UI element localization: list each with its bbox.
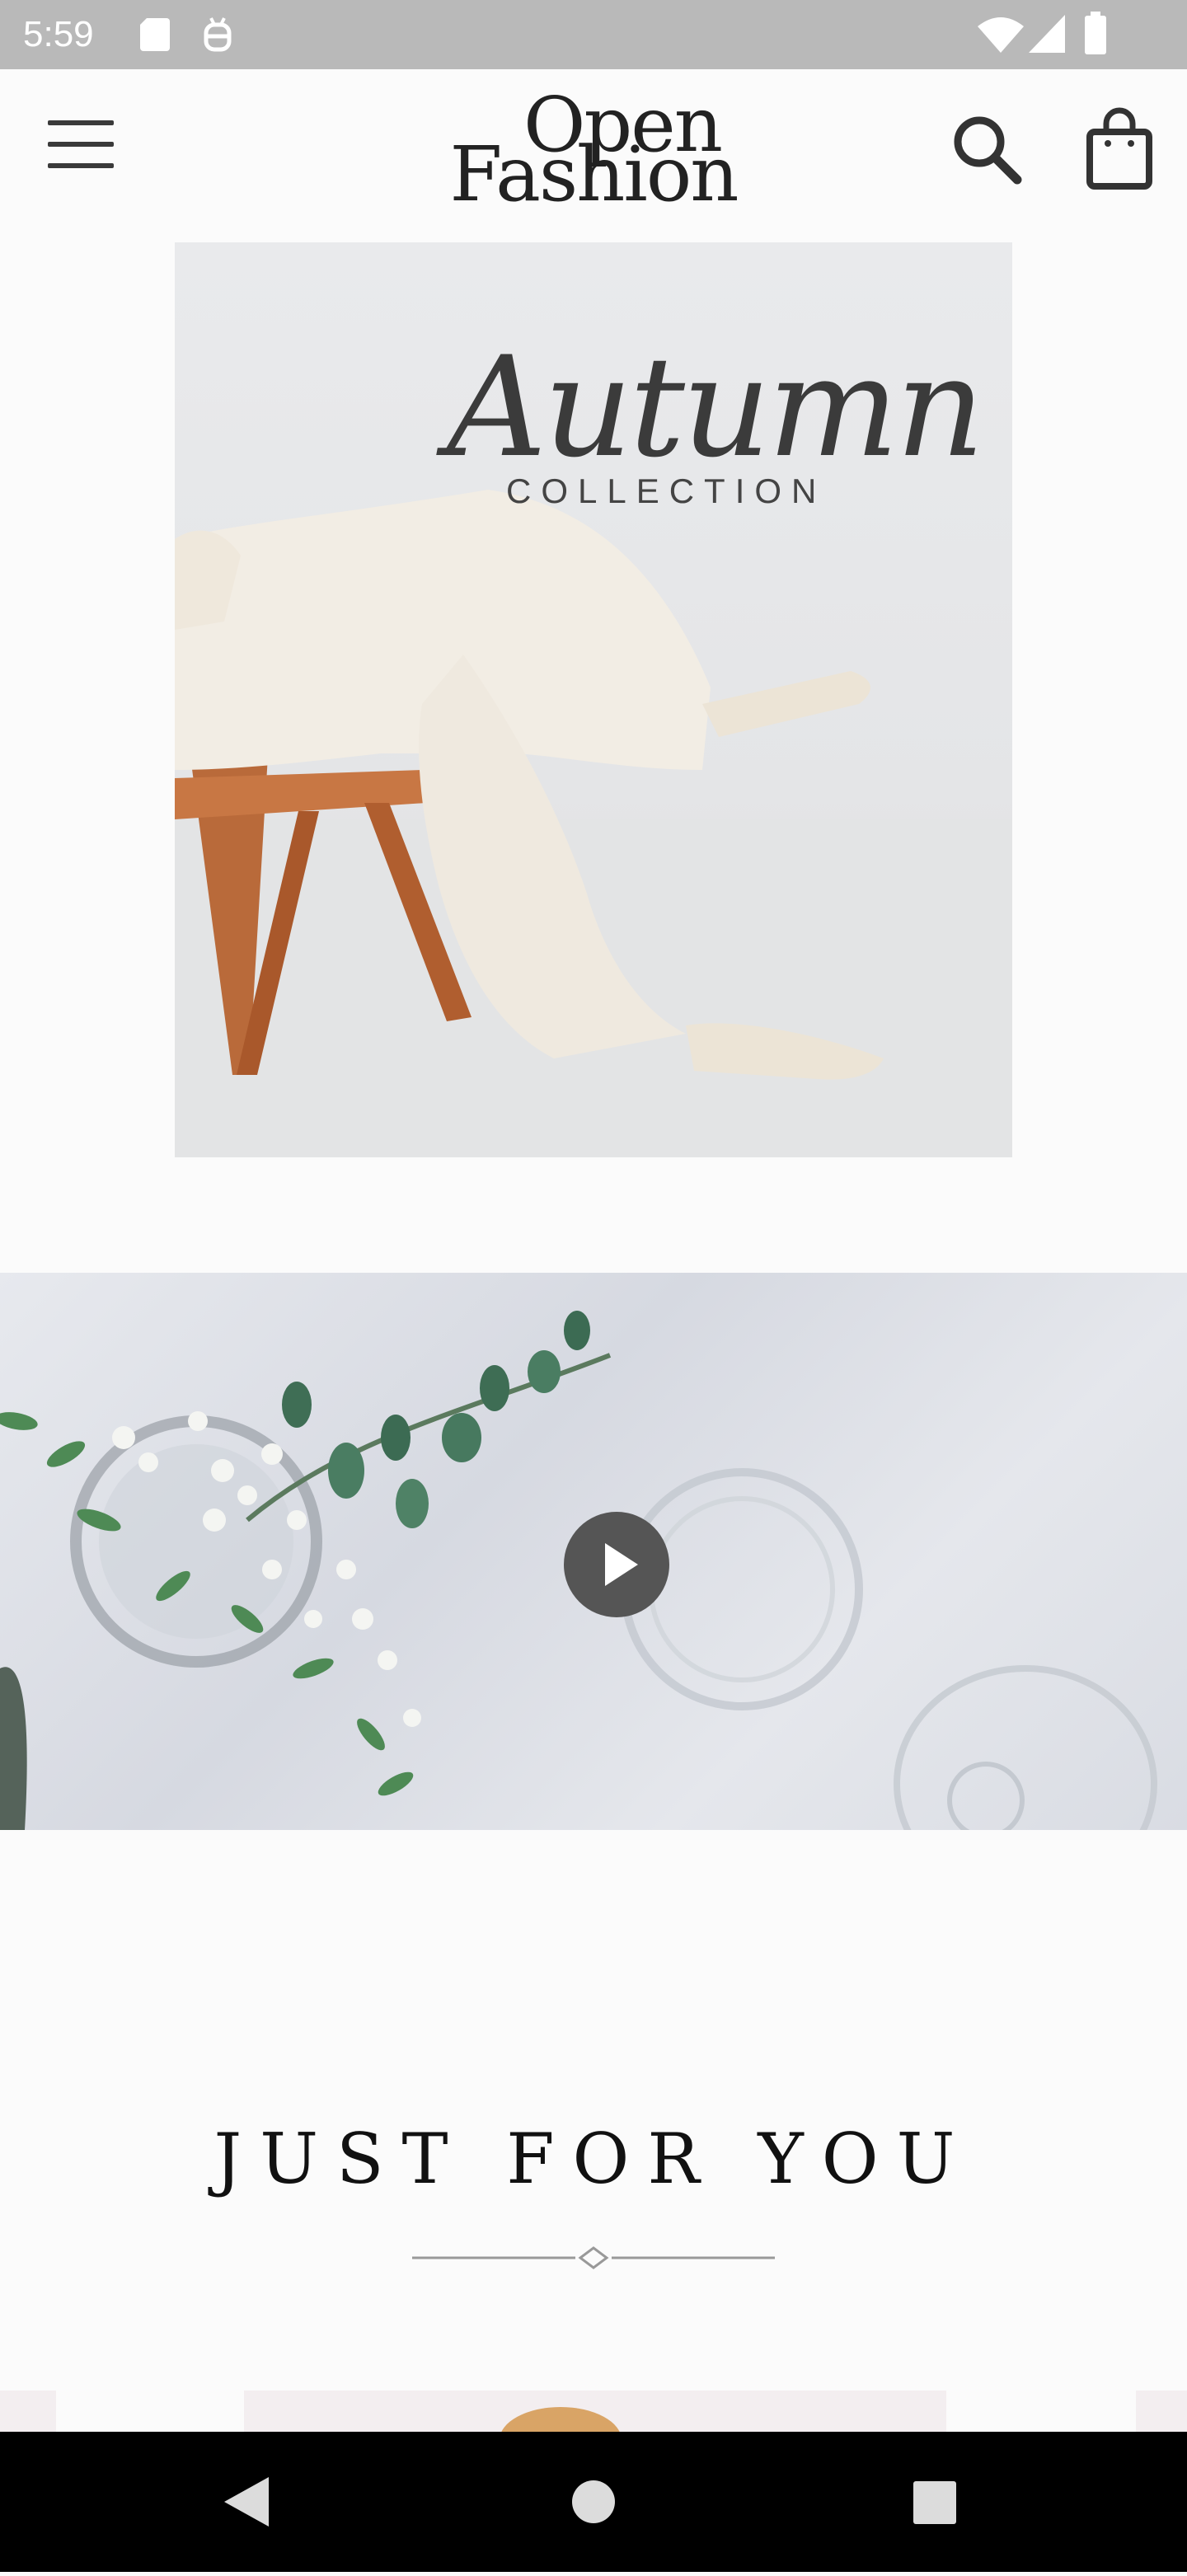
signal-icon — [1029, 15, 1065, 53]
play-button[interactable] — [564, 1512, 669, 1617]
hamburger-menu-icon — [48, 120, 114, 125]
product-card[interactable] — [0, 2391, 56, 2432]
home-icon — [572, 2480, 615, 2523]
autumn-collection-banner[interactable]: Autumn COLLECTION — [175, 242, 1012, 1157]
menu-button[interactable] — [38, 112, 124, 178]
hero-title: Autumn — [447, 326, 985, 488]
product-image — [501, 2407, 620, 2432]
search-icon — [954, 116, 1022, 185]
back-icon — [224, 2477, 269, 2527]
shopping-bag-icon — [1086, 107, 1152, 190]
sd-card-icon — [140, 18, 170, 51]
product-card[interactable] — [244, 2391, 946, 2432]
back-button[interactable] — [173, 2432, 321, 2572]
hero-subtitle: COLLECTION — [506, 472, 827, 510]
app-bar: Open Fashion — [0, 69, 1187, 234]
product-carousel[interactable] — [0, 2391, 1187, 2432]
system-navigation-bar — [0, 2432, 1187, 2572]
section-title: JUST FOR YOU — [213, 2119, 974, 2199]
logo-line-2: Fashion — [449, 130, 739, 218]
video-banner[interactable] — [0, 1273, 1187, 1830]
android-debug-icon — [204, 17, 232, 52]
divider-ornament — [412, 2246, 775, 2269]
search-button[interactable] — [948, 110, 1027, 190]
app-logo[interactable]: Open Fashion — [437, 86, 750, 226]
cart-button[interactable] — [1080, 107, 1159, 193]
recents-icon — [913, 2481, 956, 2524]
product-card[interactable] — [1136, 2391, 1187, 2432]
wifi-icon — [978, 17, 1024, 53]
recents-button[interactable] — [861, 2432, 1009, 2572]
status-time: 5:59 — [23, 14, 94, 54]
status-bar: 5:59 — [0, 0, 1187, 69]
home-button[interactable] — [519, 2432, 668, 2572]
battery-icon — [1085, 12, 1106, 54]
